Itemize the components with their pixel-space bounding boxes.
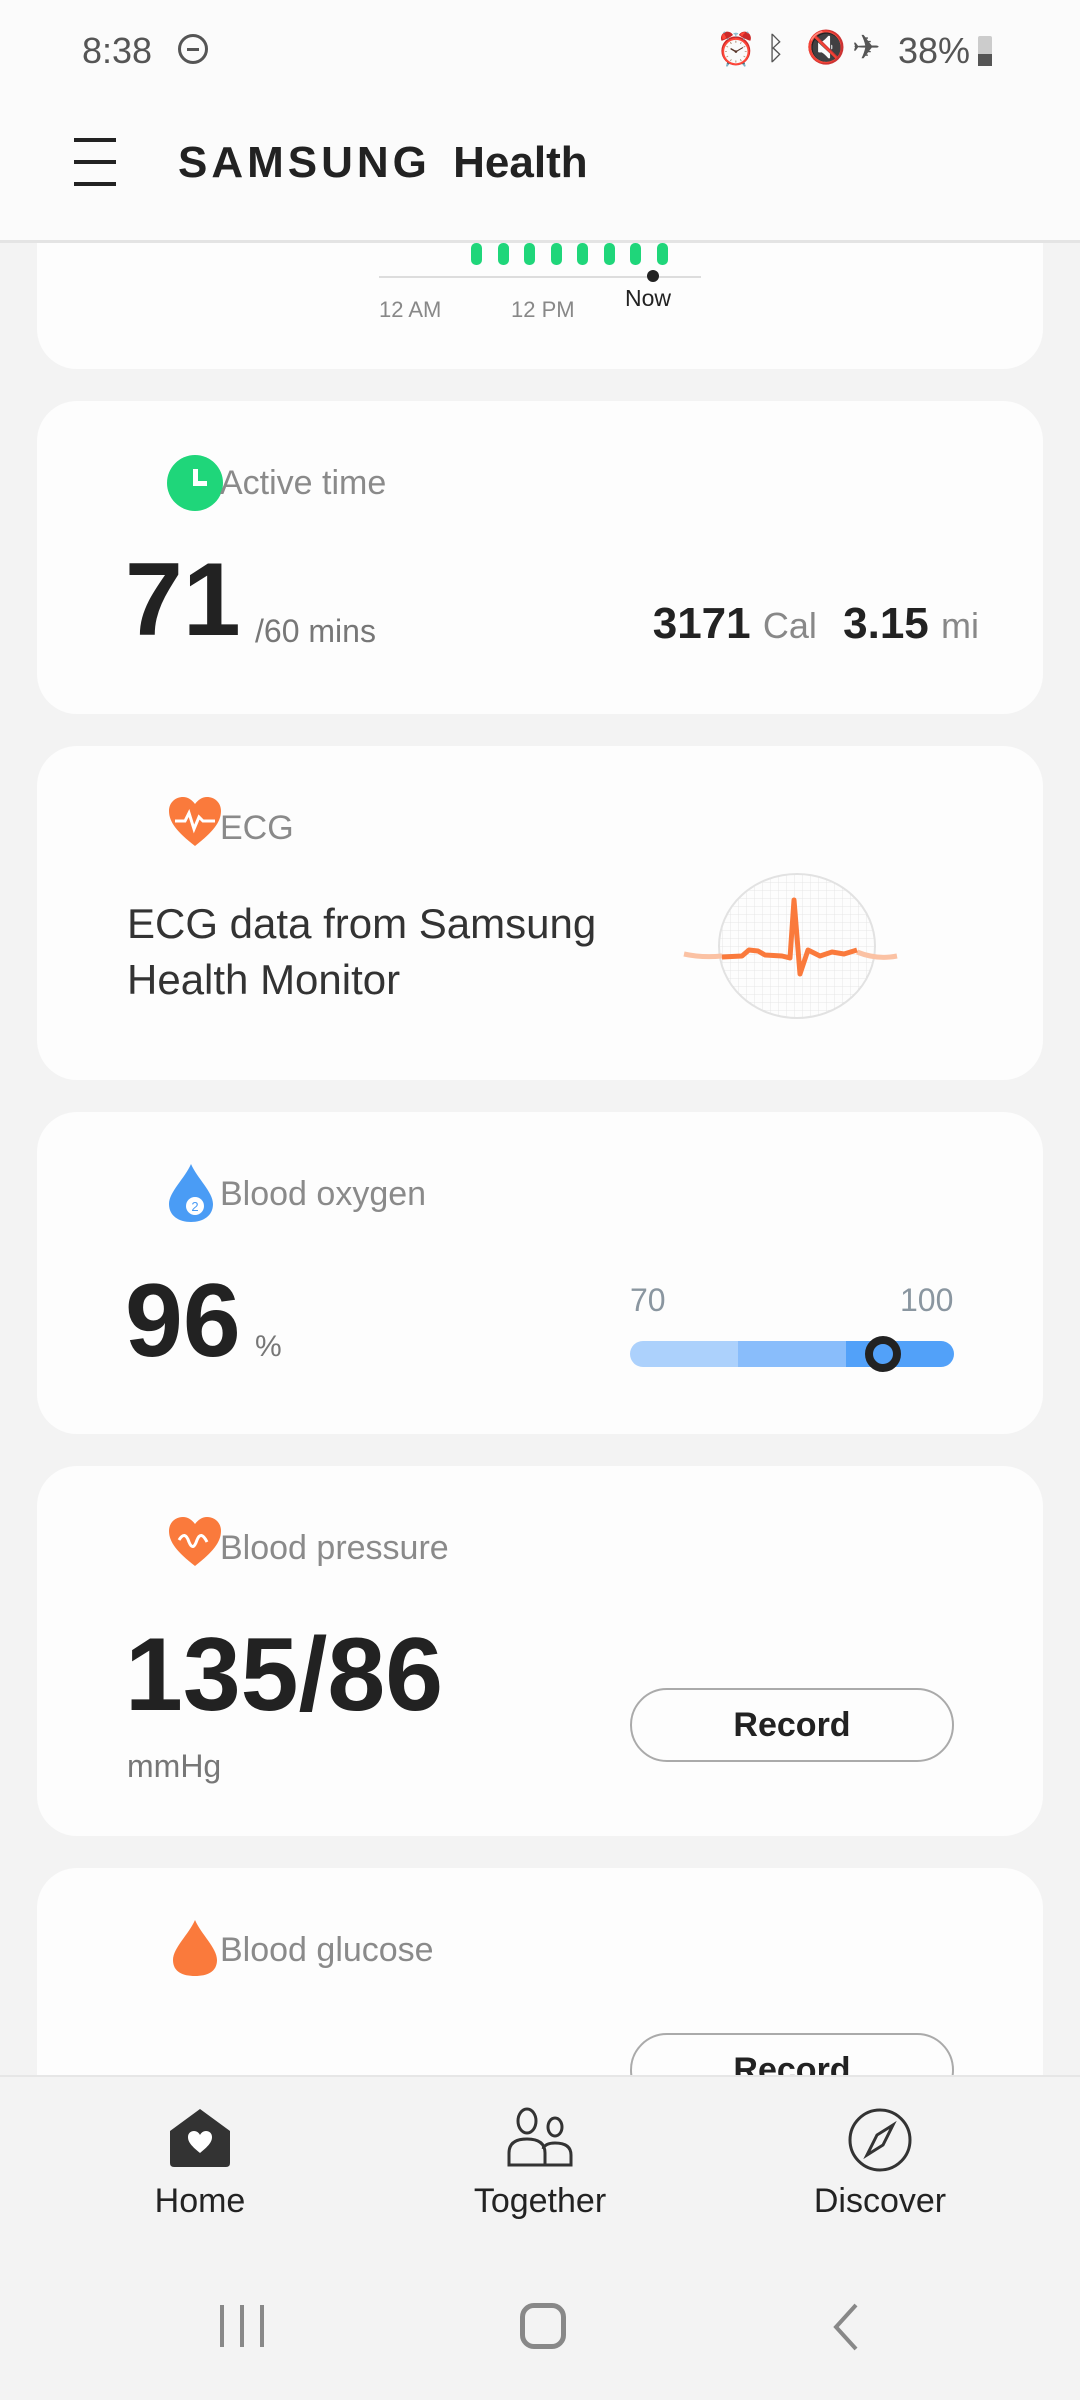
status-bar: 8:38 ⏰ ᛒ 🔇 ✈ 38% xyxy=(0,0,1080,100)
glucose-value: -- xyxy=(127,2058,187,2075)
active-stats: 3171 Cal 3.15 mi xyxy=(653,599,979,649)
app-name: Health xyxy=(453,138,588,187)
card-title: Blood glucose xyxy=(220,1931,434,1969)
spo2-level-marker xyxy=(864,1336,901,1372)
active-goal: /60 mins xyxy=(255,613,376,649)
card-title: Blood oxygen xyxy=(220,1175,427,1213)
calories-unit: Cal xyxy=(762,605,817,646)
nav-discover-label: Discover xyxy=(813,2182,947,2220)
record-glucose-button[interactable]: Record xyxy=(630,2033,954,2075)
nav-together[interactable]: Together xyxy=(420,2107,660,2221)
steps-card[interactable]: 12 AM 12 PM Now xyxy=(37,243,1043,369)
ecg-illustration xyxy=(683,873,898,1019)
compass-icon xyxy=(848,2108,912,2172)
nav-together-label: Together xyxy=(473,2182,607,2220)
blood-oxygen-icon: 2 xyxy=(169,1164,213,1222)
bp-value: 135/86 xyxy=(125,1617,444,1733)
steps-bars xyxy=(433,243,713,273)
app-title: SAMSUNG Health xyxy=(178,138,588,188)
distance-value: 3.15 xyxy=(843,599,929,648)
heart-ecg-icon xyxy=(169,797,221,846)
nav-home[interactable]: Home xyxy=(80,2107,320,2221)
ecg-card[interactable]: ECG ECG data from Samsung Health Monitor xyxy=(37,746,1043,1080)
step-bar xyxy=(656,243,668,265)
active-time-card[interactable]: Active time 71 /60 mins 3171 Cal 3.15 mi xyxy=(37,401,1043,714)
axis-label-12pm: 12 PM xyxy=(511,297,575,322)
battery-percent: 38% xyxy=(898,30,971,71)
range-min-label: 70 xyxy=(630,1282,666,1318)
bp-unit: mmHg xyxy=(127,1748,222,1784)
blood-pressure-card[interactable]: Blood pressure 135/86 mmHg Record xyxy=(37,1466,1043,1836)
blood-oxygen-card[interactable]: 2 Blood oxygen 96 % 70 100 xyxy=(37,1112,1043,1434)
card-title: Blood pressure xyxy=(220,1529,449,1567)
system-navigation-bar xyxy=(0,2245,1080,2400)
step-bar xyxy=(524,243,535,265)
step-bar xyxy=(497,243,509,265)
range-max-label: 100 xyxy=(900,1282,954,1318)
step-bar xyxy=(471,243,482,265)
dnd-icon xyxy=(178,34,208,64)
recent-apps-icon[interactable] xyxy=(220,2305,264,2347)
record-bp-button[interactable]: Record xyxy=(630,1688,954,1762)
now-label: Now xyxy=(625,285,672,311)
axis-label-12am: 12 AM xyxy=(379,297,442,322)
nav-discover[interactable]: Discover xyxy=(760,2107,1000,2221)
now-marker xyxy=(647,270,659,282)
blood-glucose-card[interactable]: Blood glucose -- Record xyxy=(37,1868,1043,2075)
home-heart-icon xyxy=(170,2109,230,2167)
bluetooth-icon: ᛒ xyxy=(766,30,786,66)
home-button-icon[interactable] xyxy=(520,2303,566,2349)
clock-icon xyxy=(167,455,223,511)
active-minutes: 71 xyxy=(125,542,241,658)
card-title: ECG xyxy=(220,809,294,847)
people-icon xyxy=(507,2107,573,2167)
hamburger-menu-icon[interactable] xyxy=(74,138,116,188)
card-title: Active time xyxy=(220,464,387,502)
battery-icon xyxy=(978,36,992,66)
back-icon[interactable] xyxy=(830,2303,860,2351)
spo2-unit: % xyxy=(255,1330,282,1363)
blood-pressure-icon xyxy=(169,1517,221,1566)
alarm-icon: ⏰ xyxy=(716,31,756,67)
blood-glucose-icon xyxy=(173,1920,217,1976)
calories-value: 3171 xyxy=(652,599,751,648)
distance-unit: mi xyxy=(941,605,979,646)
spo2-value: 96 xyxy=(125,1263,241,1379)
clock: 8:38 xyxy=(82,30,153,71)
step-bar xyxy=(577,243,588,265)
app-header: SAMSUNG Health xyxy=(0,100,1080,243)
step-bar xyxy=(550,243,562,265)
brand-name: SAMSUNG xyxy=(178,138,431,187)
svg-text:2: 2 xyxy=(191,1199,198,1214)
vibrate-mute-icon: 🔇 xyxy=(806,29,846,65)
airplane-icon: ✈ xyxy=(852,29,881,67)
ecg-description: ECG data from Samsung Health Monitor xyxy=(127,900,597,1003)
bottom-navigation: Home Together Discover xyxy=(0,2075,1080,2245)
step-bar xyxy=(603,243,615,265)
home-feed[interactable]: 12 AM 12 PM Now Active time 71 /60 mins … xyxy=(0,243,1080,2075)
nav-home-label: Home xyxy=(154,2182,246,2220)
spo2-range-bar xyxy=(630,1341,954,1367)
step-bar xyxy=(630,243,641,265)
